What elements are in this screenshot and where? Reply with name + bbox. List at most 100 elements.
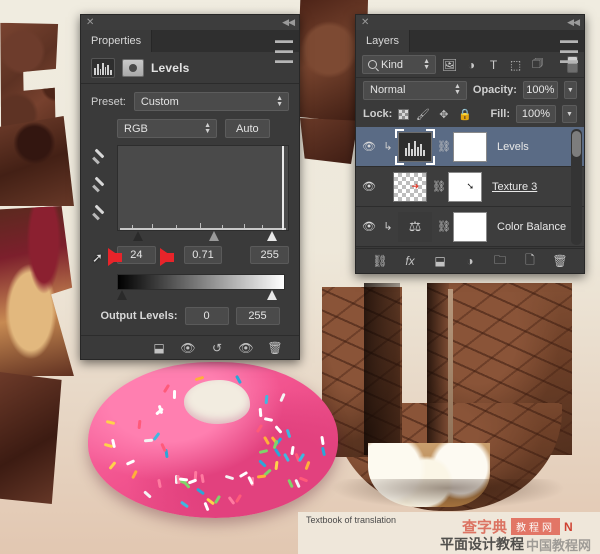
levels-histogram[interactable] <box>117 145 289 231</box>
filter-type-icon[interactable]: T <box>485 56 502 73</box>
clipping-mask-icon: ↳ <box>383 221 393 233</box>
layer-row-levels[interactable]: 👁 ↳ ⛓ Levels <box>356 127 584 167</box>
annotation-arrow-2 <box>160 248 174 266</box>
lock-transparent-pixels-icon[interactable] <box>398 108 410 120</box>
color-balance-adjustment-thumbnail[interactable]: ⚖ <box>398 211 432 242</box>
midtone-input-slider-handle[interactable] <box>209 231 220 241</box>
shadow-input-slider-handle[interactable] <box>133 231 144 241</box>
filter-adjustment-icon[interactable]: ◑ <box>463 56 480 73</box>
highlight-input-slider-handle[interactable] <box>267 231 278 241</box>
layer-name-texture-3[interactable]: Texture 3 <box>492 181 537 193</box>
layer-visibility-icon[interactable]: 👁 <box>360 140 378 153</box>
fill-field[interactable]: 100% <box>516 105 556 123</box>
output-black-slider-handle[interactable] <box>117 290 128 300</box>
fill-dropdown-icon[interactable]: ▼ <box>562 105 577 123</box>
add-layer-style-icon[interactable]: fx <box>402 254 418 269</box>
lock-position-icon[interactable]: ✥ <box>436 107 451 122</box>
histogram-floor <box>120 228 286 230</box>
midtone-input-field[interactable]: 0.71 <box>183 246 223 264</box>
output-white-field[interactable]: 255 <box>235 307 280 325</box>
close-icon[interactable]: ✕ <box>361 17 369 28</box>
set-gray-point-eyedropper[interactable] <box>91 179 107 195</box>
output-white-slider-handle[interactable] <box>267 290 278 300</box>
highlight-input-field[interactable]: 255 <box>250 246 290 264</box>
properties-footer-toolbar: ⬓ 👁 ↺ 👁 🗑 <box>81 335 299 359</box>
new-adjustment-layer-icon[interactable]: ◑ <box>462 254 478 269</box>
layer-mask-icon[interactable] <box>122 58 144 77</box>
toggle-visibility-icon[interactable]: 👁 <box>238 340 254 355</box>
opacity-field[interactable]: 100% <box>522 81 558 99</box>
link-mask-icon[interactable]: ⛓ <box>437 140 451 153</box>
set-white-point-eyedropper[interactable] <box>91 207 107 223</box>
layer-row-texture-3[interactable]: 👁 ➜ ⛓ ➘ Texture 3 <box>356 167 584 207</box>
blend-mode-select[interactable]: Normal ▲ ▼ <box>363 80 467 100</box>
caption-text: Textbook of translation <box>306 515 397 525</box>
new-layer-icon[interactable]: 🗋 <box>522 253 538 269</box>
fill-label: Fill: <box>490 108 510 120</box>
reset-adjustment-icon[interactable]: ↺ <box>209 340 225 355</box>
chevron-updown-icon: ▲ ▼ <box>423 57 430 71</box>
sprinkle <box>264 394 269 404</box>
auto-button[interactable]: Auto <box>225 119 270 138</box>
add-layer-mask-icon[interactable]: ⬓ <box>432 254 448 269</box>
sprinkle <box>257 473 267 479</box>
channel-select[interactable]: RGB ▲ ▼ <box>117 119 217 138</box>
filter-kind-select[interactable]: Kind ▲ ▼ <box>362 55 436 74</box>
shadow-input-field[interactable]: 24 <box>117 246 156 264</box>
opacity-dropdown-icon[interactable]: ▼ <box>563 81 577 99</box>
set-black-point-eyedropper[interactable] <box>91 151 107 167</box>
panel-menu-icon[interactable]: ▬▬ ▬▬ ▬▬ <box>560 35 578 65</box>
filter-smartobject-icon[interactable]: 🗇 <box>529 56 546 73</box>
histogram-tick <box>176 225 177 228</box>
transparent-pixel-thumbnail[interactable]: ➜ <box>393 171 427 202</box>
link-mask-icon[interactable]: ⛓ <box>437 220 451 233</box>
collapse-panel-icon[interactable]: ◀◀ <box>567 17 580 28</box>
histogram-tick <box>244 224 245 228</box>
layers-footer-toolbar: ⛓ fx ⬓ ◑ 🗀 🗋 🗑 <box>356 248 584 273</box>
lock-all-icon[interactable]: 🔒 <box>457 107 472 122</box>
link-layers-icon[interactable]: ⛓ <box>372 254 388 269</box>
close-icon[interactable]: ✕ <box>86 17 94 28</box>
collapse-panel-icon[interactable]: ◀◀ <box>282 17 295 28</box>
letter-u-cast-shadow <box>330 479 566 509</box>
layer-name-color-balance[interactable]: Color Balance <box>497 221 566 233</box>
layer-list-scrollbar[interactable] <box>571 129 582 245</box>
input-levels-slider[interactable] <box>117 231 285 243</box>
tab-row-filler <box>410 30 584 52</box>
layer-mask-thumbnail[interactable]: ➘ <box>448 171 482 202</box>
histogram-tick <box>200 223 201 228</box>
letter-u-shadow-left <box>364 283 400 455</box>
filter-shape-icon[interactable]: ⬚ <box>507 56 524 73</box>
layer-mask-thumbnail[interactable] <box>453 131 487 162</box>
watermark-line-2: 平面设计教程 中国教程网 <box>440 534 591 554</box>
delete-adjustment-icon[interactable]: 🗑 <box>267 340 283 355</box>
output-levels-slider[interactable] <box>117 290 285 301</box>
preset-label: Preset: <box>91 95 126 108</box>
preset-select[interactable]: Custom ▲ ▼ <box>133 92 289 111</box>
lock-image-pixels-icon[interactable]: 🖌 <box>415 107 430 122</box>
watermark-cn-secondary: 平面设计教程 <box>440 537 524 553</box>
histogram-white-spike <box>282 146 284 230</box>
panel-menu-icon[interactable]: ▬▬ ▬▬ ▬▬ <box>275 35 293 65</box>
layer-row-color-balance[interactable]: 👁 ↳ ⚖ ⛓ Color Balance <box>356 207 584 247</box>
new-group-icon[interactable]: 🗀 <box>492 253 508 269</box>
toggle-previous-state-icon[interactable]: 👁 <box>180 340 196 355</box>
tab-properties[interactable]: Properties <box>81 30 153 52</box>
delete-layer-icon[interactable]: 🗑 <box>552 254 568 269</box>
properties-panel: ✕ ◀◀ Properties ▬▬ ▬▬ ▬▬ Levels Preset: Cu… <box>80 14 300 360</box>
filter-pixel-icon[interactable]: 🖼 <box>441 56 458 73</box>
link-mask-icon[interactable]: ⛓ <box>432 180 446 193</box>
levels-adjustment-thumbnail[interactable] <box>395 128 435 165</box>
layer-visibility-icon[interactable]: 👁 <box>360 220 378 233</box>
layer-mask-thumbnail[interactable] <box>453 211 487 242</box>
output-levels-label: Output Levels: <box>100 310 178 322</box>
output-levels-row: Output Levels: 0 255 <box>91 307 289 325</box>
output-black-field[interactable]: 0 <box>184 307 229 325</box>
clip-to-layer-icon[interactable]: ⬓ <box>151 340 167 355</box>
tab-layers[interactable]: Layers <box>356 30 411 52</box>
layer-visibility-icon[interactable]: 👁 <box>360 180 378 193</box>
levels-histogram-icon[interactable] <box>91 57 115 78</box>
output-levels-gradient <box>117 274 285 290</box>
layer-name-levels[interactable]: Levels <box>497 141 529 153</box>
thumbnail-selection-brackets <box>395 128 435 165</box>
